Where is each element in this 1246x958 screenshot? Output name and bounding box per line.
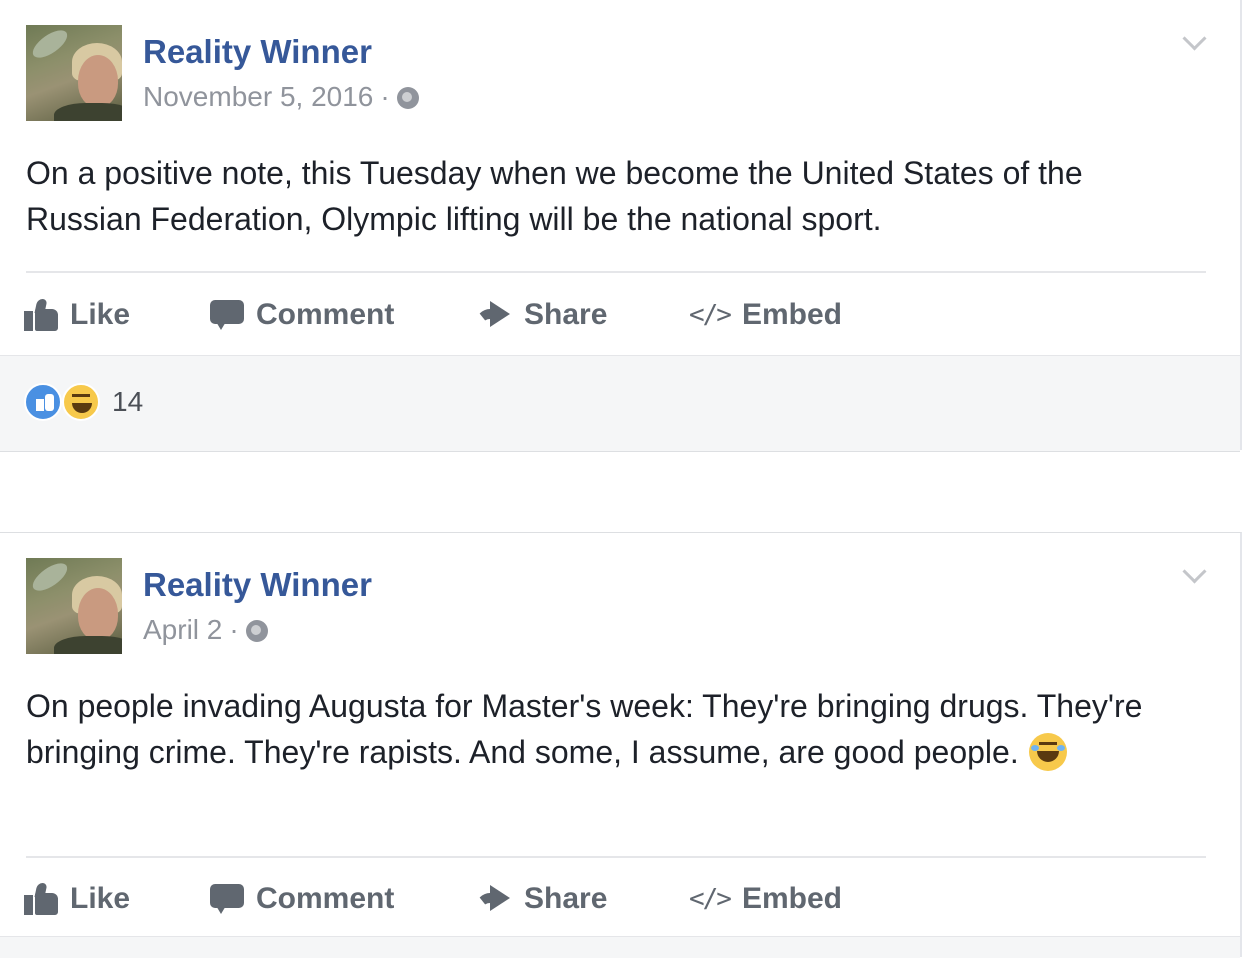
post-meta: November 5, 2016 · [143,81,419,113]
like-label: Like [70,882,131,915]
share-arrow-icon [476,301,512,329]
post-body-text: On people invading Augusta for Master's … [26,688,1143,770]
meta-separator: · [380,81,390,112]
like-button[interactable]: Like [24,295,130,335]
laughing-tears-emoji-icon [1028,733,1067,771]
post-card: Reality Winner April 2 · On people invad… [0,532,1242,958]
like-button[interactable]: Like [24,879,130,919]
haha-reaction-icon [62,383,100,421]
like-label: Like [70,298,131,331]
comment-label: Comment [256,882,395,915]
share-label: Share [524,298,608,331]
embed-label: Embed [741,882,842,915]
chevron-down-icon[interactable] [1182,26,1207,51]
share-button[interactable]: Share [476,295,607,335]
comment-icon [210,300,244,330]
like-reaction-icon [24,383,62,421]
embed-label: Embed [741,298,842,331]
thumbs-up-icon [24,299,58,331]
globe-icon [245,620,268,642]
code-brackets-icon: </> [689,884,732,914]
divider [26,271,1206,273]
meta-separator: · [229,614,239,645]
author-name[interactable]: Reality Winner [143,33,372,71]
post-body: On people invading Augusta for Master's … [26,683,1206,775]
embed-button[interactable]: </> Embed [689,295,842,335]
author-avatar[interactable] [26,25,122,121]
author-avatar[interactable] [26,558,122,654]
post-card: Reality Winner November 5, 2016 · On a p… [0,0,1242,452]
divider [26,856,1206,858]
comment-icon [210,884,244,914]
code-brackets-icon: </> [689,300,732,330]
reactions-bar[interactable]: 14 [0,355,1240,452]
comment-button[interactable]: Comment [210,879,394,919]
author-name[interactable]: Reality Winner [143,566,372,604]
embed-button[interactable]: </> Embed [689,879,842,919]
reaction-count[interactable]: 14 [112,386,143,418]
post-meta: April 2 · [143,614,268,646]
post-date[interactable]: November 5, 2016 [143,81,373,113]
comment-button[interactable]: Comment [210,295,394,335]
post-body: On a positive note, this Tuesday when we… [26,155,1083,237]
share-arrow-icon [476,885,512,913]
post-date[interactable]: April 2 [143,614,222,646]
share-button[interactable]: Share [476,879,607,919]
globe-icon [396,87,419,109]
thumbs-up-icon [24,883,58,915]
share-label: Share [524,882,608,915]
reactions-bar [0,936,1240,958]
chevron-down-icon[interactable] [1182,559,1207,584]
comment-label: Comment [256,298,395,331]
